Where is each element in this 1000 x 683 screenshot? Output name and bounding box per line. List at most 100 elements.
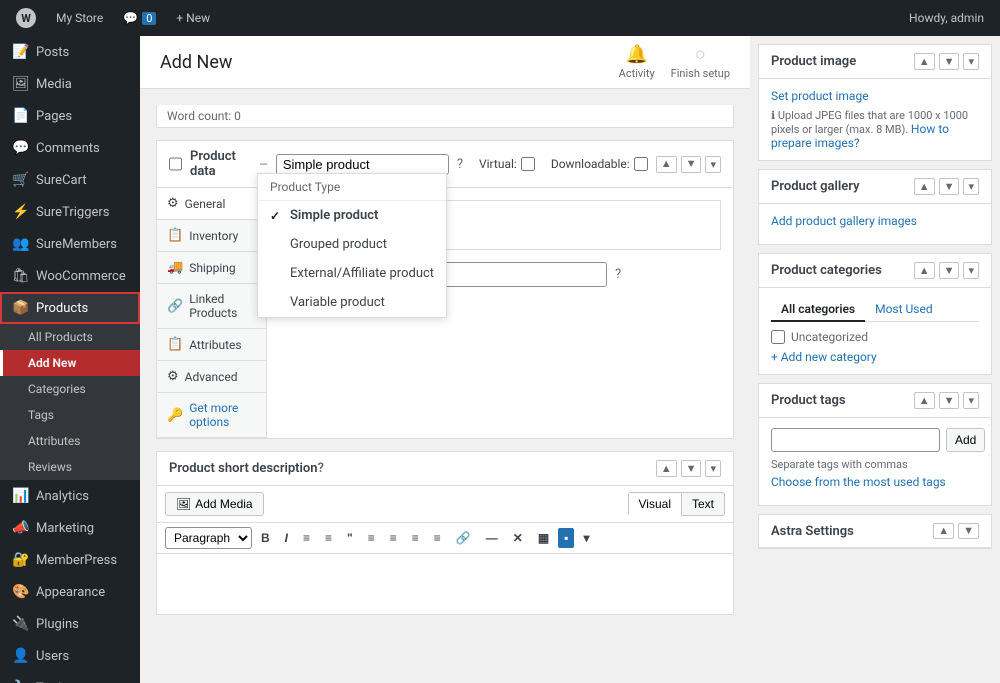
tag-input[interactable] [771,428,940,452]
short-desc-down-btn[interactable]: ▼ [681,460,702,477]
tab-shipping[interactable]: 🚚 Shipping [157,252,266,284]
activity-button[interactable]: 🔔 Activity [619,44,655,80]
dropdown-variable-product[interactable]: Variable product [258,288,446,317]
sidebar-item-tools[interactable]: 🔧 Tools [0,672,140,683]
more-button[interactable]: ▾ [577,528,595,548]
comment-item[interactable]: 💬 0 [115,0,164,36]
sidebar-item-analytics[interactable]: 📊 Analytics [0,480,140,512]
sidebar-subitem-reviews[interactable]: Reviews [0,454,140,480]
short-desc-content[interactable] [157,554,733,614]
sidebar-item-label-media: Media [36,77,72,92]
sidebar-subitem-attributes[interactable]: Attributes [0,428,140,454]
ordered-list-button[interactable]: ≡ [319,528,338,548]
sidebar-subitem-categories[interactable]: Categories [0,376,140,402]
finish-setup-button[interactable]: ○ Finish setup [671,44,730,80]
product-gallery-toggle-btn[interactable]: ▾ [963,178,979,195]
store-name-item[interactable]: My Store [48,0,111,36]
hr-button[interactable]: — [480,528,504,548]
astra-settings-down-btn[interactable]: ▼ [958,523,979,539]
product-categories-toggle-btn[interactable]: ▾ [963,262,979,279]
product-data-checkbox[interactable] [169,157,182,171]
virtual-checkbox[interactable] [521,157,535,171]
product-tags-up-btn[interactable]: ▲ [914,392,935,409]
add-media-label: Add Media [195,497,252,511]
tab-advanced[interactable]: ⚙ Advanced [157,361,266,393]
product-image-up-btn[interactable]: ▲ [914,53,935,70]
add-media-button[interactable]: 🖼 Add Media [165,492,264,516]
align-justify-button[interactable]: ≡ [428,528,447,548]
product-tags-toggle-btn[interactable]: ▾ [963,392,979,409]
product-categories-metabox: Product categories ▲ ▼ ▾ All categories … [758,253,992,375]
dropdown-grouped-product[interactable]: Grouped product [258,230,446,259]
wp-logo-item[interactable]: W [8,0,44,36]
sidebar-item-marketing[interactable]: 📣 Marketing [0,512,140,544]
table-button[interactable]: ▦ [532,528,555,548]
howdy-item[interactable]: Howdy, admin [901,0,992,36]
align-left-button[interactable]: ≡ [362,528,381,548]
sidebar-item-woocommerce[interactable]: 🛍 WooCommerce [0,260,140,292]
astra-settings-up-btn[interactable]: ▲ [933,523,954,539]
product-type-select[interactable]: Simple product Grouped product External/… [276,154,449,175]
blockquote-button[interactable]: " [341,528,359,548]
sidebar-item-suretriggers[interactable]: ⚡ SureTriggers [0,196,140,228]
paragraph-select[interactable]: Paragraph [165,527,252,549]
tab-attributes[interactable]: 📋 Attributes [157,329,266,361]
product-image-toggle-btn[interactable]: ▾ [963,53,979,70]
tab-linked-products[interactable]: 🔗 Linked Products [157,284,266,329]
product-categories-down-btn[interactable]: ▼ [939,262,960,279]
all-categories-tab[interactable]: All categories [771,298,865,322]
short-desc-help-icon[interactable]: ? [318,461,324,476]
short-desc-up-btn[interactable]: ▲ [656,460,677,477]
most-used-tab[interactable]: Most Used [865,298,943,321]
link-button[interactable]: 🔗 [450,528,477,548]
tab-get-more[interactable]: 🔑 Get more options [157,393,266,438]
product-data-help-icon[interactable]: ? [457,157,463,172]
short-desc-toggle-btn[interactable]: ▾ [705,460,721,477]
downloadable-checkbox[interactable] [634,157,648,171]
menu-order-help-icon[interactable]: ? [615,267,621,282]
sidebar-item-plugins[interactable]: 🔌 Plugins [0,608,140,640]
panel-down-btn[interactable]: ▼ [681,156,702,173]
product-tags-down-btn[interactable]: ▼ [939,392,960,409]
sidebar-subitem-add-new[interactable]: Add New [0,350,140,376]
italic-button[interactable]: I [279,528,294,548]
sidebar-item-suremembers[interactable]: 👥 SureMembers [0,228,140,260]
advanced-tab-icon: ⚙ [167,369,179,384]
tab-inventory[interactable]: 📋 Inventory [157,220,266,252]
sidebar-item-comments[interactable]: 💬 Comments [0,132,140,164]
product-image-down-btn[interactable]: ▼ [939,53,960,70]
sidebar-subitem-all-products[interactable]: All Products [0,324,140,350]
dropdown-simple-product[interactable]: ✓ Simple product [258,201,446,230]
product-categories-up-btn[interactable]: ▲ [914,262,935,279]
text-tab[interactable]: Text [682,492,725,516]
new-item[interactable]: + New [168,0,218,36]
sidebar-item-posts[interactable]: 📝 Posts [0,36,140,68]
sidebar-item-media[interactable]: 🖼 Media [0,68,140,100]
sidebar-item-memberpress[interactable]: 🔐 MemberPress [0,544,140,576]
choose-tags-link[interactable]: Choose from the most used tags [771,475,979,489]
fullscreen-button[interactable]: ✕ [507,528,529,548]
product-gallery-down-btn[interactable]: ▼ [939,178,960,195]
sidebar-item-surecart[interactable]: 🛒 SureCart [0,164,140,196]
unordered-list-button[interactable]: ≡ [297,528,316,548]
align-center-button[interactable]: ≡ [384,528,403,548]
category-checkbox-uncategorized[interactable] [771,330,785,344]
sidebar-item-products[interactable]: 📦 Products [0,292,140,324]
sidebar-item-users[interactable]: 👤 Users [0,640,140,672]
sidebar-subitem-tags[interactable]: Tags [0,402,140,428]
highlight-button[interactable]: ▪ [558,528,574,548]
tag-add-button[interactable]: Add [946,428,985,452]
visual-tab[interactable]: Visual [628,492,682,516]
sidebar-item-pages[interactable]: 📄 Pages [0,100,140,132]
add-new-category-link[interactable]: + Add new category [771,350,877,364]
tab-general[interactable]: ⚙ General [157,188,266,220]
panel-up-btn[interactable]: ▲ [656,156,677,173]
panel-toggle-btn[interactable]: ▾ [705,156,721,173]
add-gallery-images-link[interactable]: Add product gallery images [771,214,979,228]
sidebar-item-appearance[interactable]: 🎨 Appearance [0,576,140,608]
align-right-button[interactable]: ≡ [406,528,425,548]
product-gallery-up-btn[interactable]: ▲ [914,178,935,195]
set-product-image-link[interactable]: Set product image [771,89,979,103]
bold-button[interactable]: B [255,528,276,548]
dropdown-external-product[interactable]: External/Affiliate product [258,259,446,288]
